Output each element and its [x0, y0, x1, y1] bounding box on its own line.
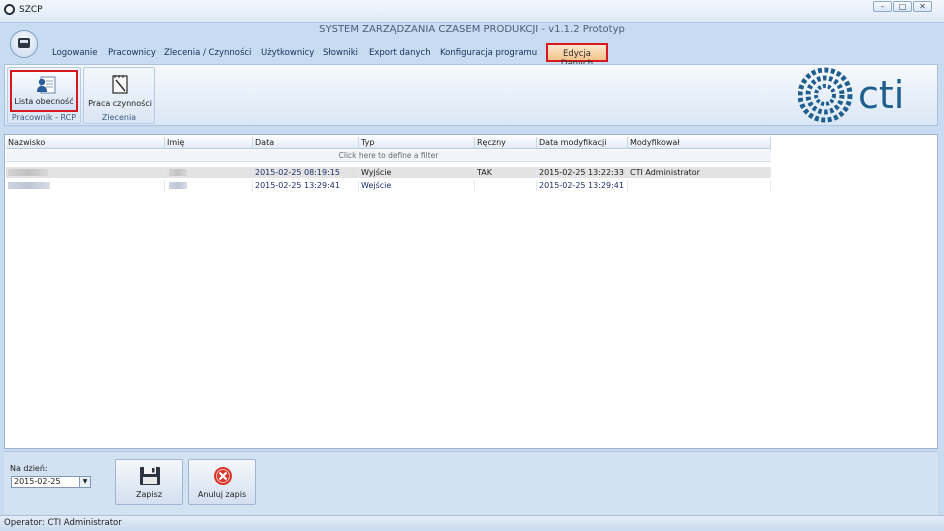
- cell-data: 2015-02-25 08:19:15: [253, 167, 359, 178]
- title-bar: SZCP – □ ✕: [0, 0, 944, 23]
- chevron-down-icon[interactable]: ▼: [79, 477, 90, 487]
- group-zlecenia: Praca czynności Zlecenia: [83, 67, 155, 124]
- cell-data-modyfikacji: 2015-02-25 13:22:33: [537, 167, 628, 178]
- cancel-save-button-label: Anuluj zapis: [197, 490, 247, 499]
- cell-reczny: TAK: [475, 167, 537, 178]
- tab-pracownicy[interactable]: Pracownicy: [108, 48, 156, 58]
- cti-logo: cti: [798, 67, 904, 123]
- cell-reczny: [475, 180, 537, 191]
- status-bar: Operator: CTI Administrator: [0, 515, 944, 531]
- cell-typ: Wejście: [359, 180, 475, 191]
- lista-obecnosc-label: Lista obecność: [14, 97, 74, 106]
- tab-slowniki[interactable]: Słowniki: [323, 48, 358, 58]
- cancel-icon: [214, 467, 232, 485]
- save-button-label: Zapisz: [135, 490, 163, 499]
- column-header-data-modyfikacji[interactable]: Data modyfikacji: [537, 137, 628, 149]
- column-header-data[interactable]: Data: [253, 137, 359, 149]
- user-card-icon: [37, 76, 56, 94]
- ribbon-caption: SYSTEM ZARZĄDZANIA CZASEM PRODUKCJI - v1…: [319, 24, 625, 35]
- cell-imie: [165, 167, 253, 178]
- floppy-disk-icon: [140, 467, 160, 485]
- app-window: SZCP – □ ✕ SYSTEM ZARZĄDZANIA CZASEM PRO…: [0, 0, 944, 531]
- cell-data-modyfikacji: 2015-02-25 13:29:41: [537, 180, 628, 191]
- day-label: Na dzień:: [10, 464, 48, 473]
- cell-nazwisko: [6, 180, 165, 191]
- group-pracownik-rcp: Lista obecność Pracownik - RCP: [7, 67, 81, 124]
- cell-data: 2015-02-25 13:29:41: [253, 180, 359, 191]
- cancel-save-button[interactable]: Anuluj zapis: [188, 459, 256, 505]
- column-header-nazwisko[interactable]: Nazwisko: [6, 137, 165, 149]
- window-title: SZCP: [19, 5, 43, 15]
- cell-nazwisko: [6, 167, 165, 178]
- praca-czynnosci-label: Praca czynności: [88, 99, 152, 108]
- praca-czynnosci-button[interactable]: Praca czynności: [86, 70, 154, 112]
- cti-logo-text: cti: [858, 73, 904, 117]
- app-icon: [4, 4, 15, 15]
- tab-edycja-danych[interactable]: Edycja Danych: [546, 43, 608, 69]
- tab-export-danych[interactable]: Export danych: [369, 48, 431, 58]
- table-row[interactable]: 2015-02-25 13:29:41 Wejście 2015-02-25 1…: [6, 180, 771, 191]
- group-label-zlecenia: Zlecenia: [101, 113, 137, 122]
- column-header-modyfikowal[interactable]: Modyfikował: [628, 137, 771, 149]
- minimize-button[interactable]: –: [873, 1, 892, 12]
- bottom-panel: Na dzień: 2015-02-25 ▼ Zapisz Anuluj zap…: [4, 451, 938, 515]
- operator-status: Operator: CTI Administrator: [4, 518, 122, 528]
- group-label-pracownik: Pracownik - RCP: [11, 113, 77, 122]
- day-date-picker[interactable]: 2015-02-25 ▼: [11, 476, 91, 488]
- cell-modyfikowal: CTI Administrator: [628, 167, 771, 178]
- maximize-button[interactable]: □: [893, 1, 912, 12]
- cell-typ: Wyjście: [359, 167, 475, 178]
- column-header-reczny[interactable]: Ręczny: [475, 137, 537, 149]
- table-row[interactable]: 2015-02-25 08:19:15 Wyjście TAK 2015-02-…: [6, 167, 771, 178]
- day-date-value: 2015-02-25: [14, 477, 61, 486]
- cell-imie: [165, 180, 253, 191]
- cell-modyfikowal: [628, 180, 771, 191]
- tab-konfiguracja-programu[interactable]: Konfiguracja programu: [440, 48, 537, 58]
- notepad-icon: [112, 75, 128, 94]
- save-button[interactable]: Zapisz: [115, 459, 183, 505]
- tab-logowanie[interactable]: Logowanie: [52, 48, 98, 58]
- tab-uzytkownicy[interactable]: Użytkownicy: [261, 48, 314, 58]
- ribbon-tabs: Logowanie Pracownicy Zlecenia / Czynnośc…: [0, 42, 944, 69]
- column-header-typ[interactable]: Typ: [359, 137, 475, 149]
- tab-zlecenia-czynnosci[interactable]: Zlecenia / Czynności: [164, 48, 251, 58]
- cti-logo-mark-icon: [798, 67, 853, 123]
- lista-obecnosc-button[interactable]: Lista obecność: [10, 70, 78, 112]
- column-header-imie[interactable]: Imię: [165, 137, 253, 149]
- filter-row[interactable]: Click here to define a filter: [6, 150, 771, 162]
- attendance-grid: Nazwisko Imię Data Typ Ręczny Data modyf…: [4, 134, 938, 449]
- close-button[interactable]: ✕: [913, 1, 932, 12]
